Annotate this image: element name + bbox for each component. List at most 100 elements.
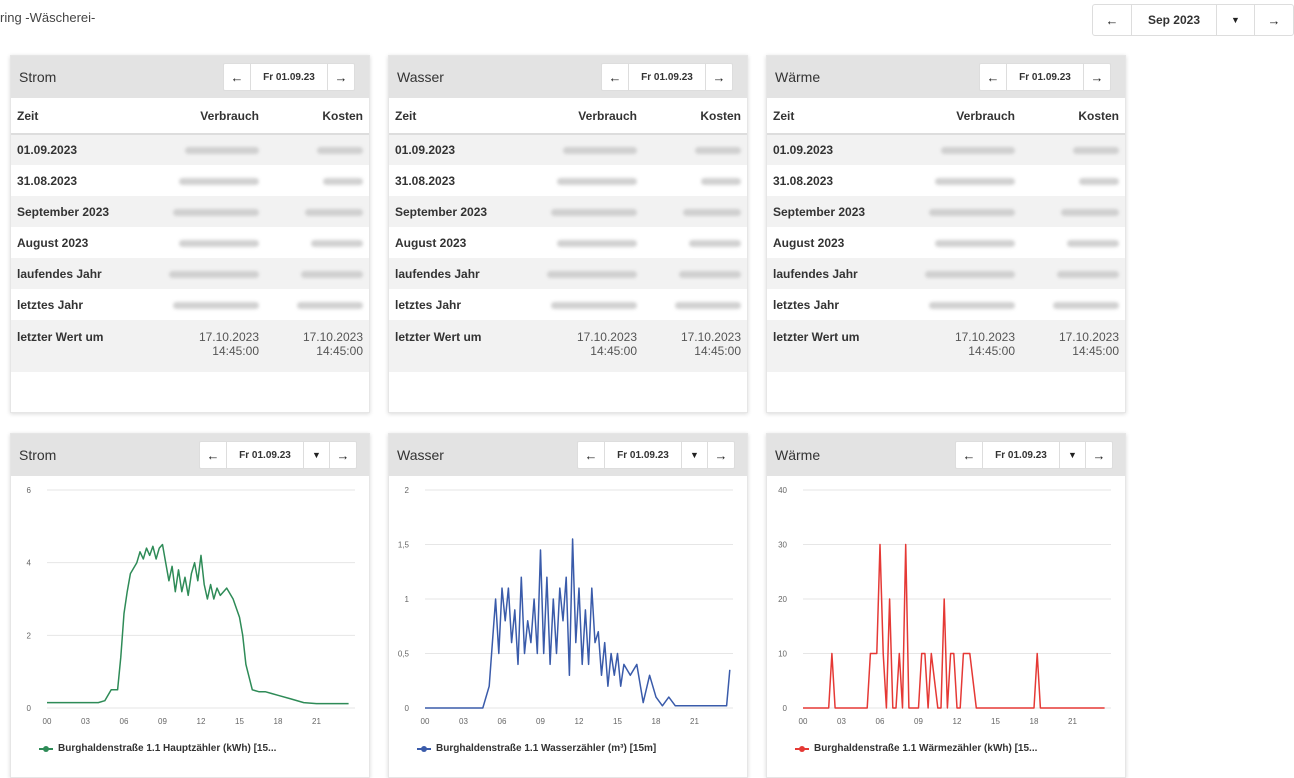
table-row: 31.08.2023 [389,165,747,196]
y-tick-label: 0,5 [398,650,410,659]
arrow-right-icon: → [336,447,350,463]
cost-value-redacted [1019,227,1125,258]
prev-day-button[interactable]: ← [980,64,1006,90]
redacted-blur [941,147,1015,154]
redacted-blur [1079,177,1119,185]
next-period-button[interactable]: → [1255,5,1293,35]
legend-label: Burghaldenstraße 1.1 Wasserzähler (m³) [… [436,743,657,754]
x-tick-label: 18 [652,717,661,726]
row-label: letzter Wert um [767,320,907,372]
legend-marker-icon [795,745,809,752]
x-tick-label: 00 [799,717,808,726]
day-select[interactable]: Fr 01.09.23 [250,64,328,90]
cost-value-redacted [263,134,369,165]
period-dropdown-button[interactable]: ▼ [1217,5,1255,35]
redacted-blur [323,177,363,185]
consumption-value-redacted [151,289,263,320]
last-value-timestamp: 17.10.2023 14:45:00 [263,320,369,372]
redacted-blur [1073,147,1119,154]
consumption-value-redacted [529,227,641,258]
table-panel-strom: Strom ← Fr 01.09.23 → Zeit Verbrauch Kosten 01.… [10,55,370,413]
cost-value-redacted [263,258,369,289]
next-day-button[interactable]: → [328,64,354,90]
day-select[interactable]: Fr 01.09.23 [226,442,304,468]
day-dropdown-button[interactable]: ▼ [682,442,708,468]
row-label: letzter Wert um [389,320,529,372]
redacted-blur [935,239,1015,247]
consumption-value-redacted [907,165,1019,196]
next-day-button[interactable]: → [708,442,734,468]
x-tick-label: 09 [914,717,923,726]
last-value-time: 14:45:00 [316,344,363,358]
column-header-cost: Kosten [641,98,747,135]
cost-value-redacted [1019,165,1125,196]
x-tick-label: 15 [235,717,244,726]
day-navigator: ← Fr 01.09.23 → [601,63,733,91]
table-row: September 2023 [11,196,369,227]
row-label: 31.08.2023 [17,173,78,188]
x-tick-label: 00 [43,717,52,726]
prev-day-button[interactable]: ← [956,442,982,468]
period-select[interactable]: Sep 2023 [1131,5,1217,35]
redacted-blur [551,301,637,309]
chart-legend[interactable]: Burghaldenstraße 1.1 Wasserzähler (m³) [… [417,743,656,754]
next-day-button[interactable]: → [330,442,356,468]
next-day-button[interactable]: → [706,64,732,90]
next-day-button[interactable]: → [1084,64,1110,90]
prev-day-button[interactable]: ← [578,442,604,468]
table-row: 01.09.2023 [11,134,369,165]
day-dropdown-button[interactable]: ▼ [1060,442,1086,468]
row-label: 31.08.2023 [773,173,834,188]
table-row: laufendes Jahr [11,258,369,289]
arrow-right-icon: → [1267,12,1281,28]
day-select[interactable]: Fr 01.09.23 [604,442,682,468]
last-value-timestamp: 17.10.2023 14:45:00 [151,320,263,372]
arrow-left-icon: ← [206,447,220,463]
consumption-table: Zeit Verbrauch Kosten 01.09.2023 31.08.2023 S… [11,98,369,372]
chart-legend[interactable]: Burghaldenstraße 1.1 Wärmezähler (kWh) [… [795,743,1037,754]
row-label: 01.09.2023 [767,134,907,165]
row-label: 31.08.2023 [395,173,456,188]
series-line [425,538,731,709]
last-value-date: 17.10.2023 [1058,330,1119,344]
consumption-value-redacted [529,196,641,227]
day-select[interactable]: Fr 01.09.23 [1006,64,1084,90]
row-label: 01.09.2023 [389,134,529,165]
redacted-blur [301,270,363,278]
prev-day-button[interactable]: ← [224,64,250,90]
x-tick-label: 15 [613,717,622,726]
row-label: August 2023 [773,235,845,250]
consumption-value-redacted [907,196,1019,227]
column-header-time: Zeit [11,98,151,135]
cost-value-redacted [641,227,747,258]
column-header-consumption: Verbrauch [529,98,641,135]
x-tick-label: 06 [120,717,129,726]
prev-day-button[interactable]: ← [200,442,226,468]
arrow-left-icon: ← [584,447,598,463]
y-tick-label: 1,5 [398,541,410,550]
day-select[interactable]: Fr 01.09.23 [982,442,1060,468]
x-tick-label: 12 [953,717,962,726]
redacted-blur [935,177,1015,185]
table-row: 31.08.2023 [767,165,1125,196]
consumption-value-redacted [151,196,263,227]
consumption-value-redacted [907,134,1019,165]
table-header-row: Zeit Verbrauch Kosten [767,98,1125,135]
table-row: 01.09.2023 [389,134,747,165]
y-tick-label: 0 [783,704,788,713]
redacted-blur [173,208,259,216]
day-dropdown-button[interactable]: ▼ [304,442,330,468]
panel-title: Wasser [397,69,444,85]
panel-header: Wasser ← Fr 01.09.23 ▼ → [389,434,747,476]
prev-day-button[interactable]: ← [602,64,628,90]
column-header-cost: Kosten [263,98,369,135]
last-value-time: 14:45:00 [968,344,1015,358]
chart-legend[interactable]: Burghaldenstraße 1.1 Hauptzähler (kWh) [… [39,743,276,754]
y-tick-label: 10 [778,650,787,659]
legend-marker-icon [39,745,53,752]
prev-period-button[interactable]: ← [1093,5,1131,35]
cost-value-redacted [263,165,369,196]
next-day-button[interactable]: → [1086,442,1112,468]
day-select[interactable]: Fr 01.09.23 [628,64,706,90]
table-row: 01.09.2023 [767,134,1125,165]
